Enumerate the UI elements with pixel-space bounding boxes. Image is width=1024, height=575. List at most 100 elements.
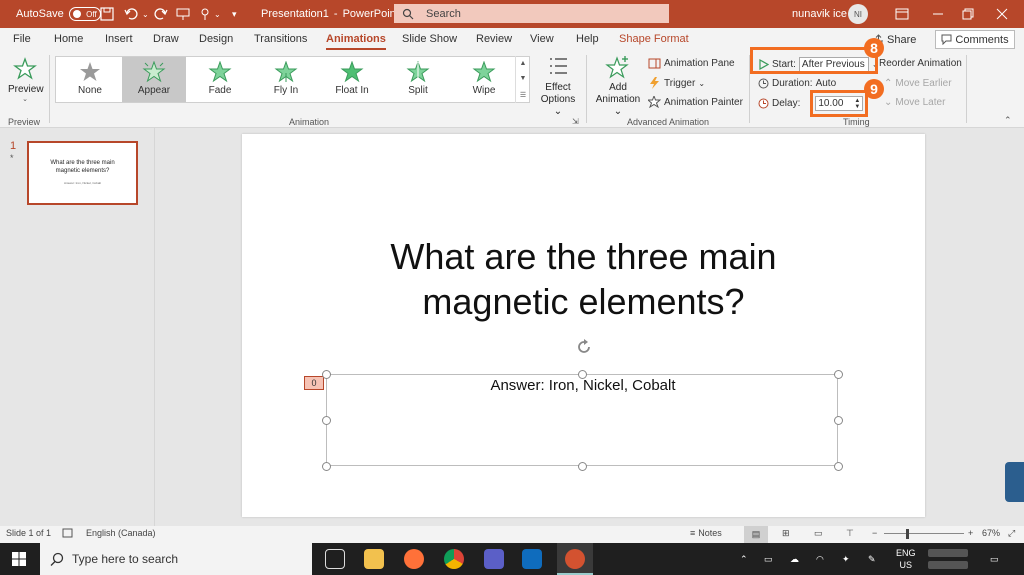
- language-status[interactable]: English (Canada): [86, 528, 156, 538]
- animation-appear[interactable]: Appear: [122, 57, 186, 102]
- tray-battery-icon[interactable]: ▭: [764, 543, 773, 575]
- zoom-slider-thumb[interactable]: [906, 529, 909, 539]
- tab-review[interactable]: Review: [476, 33, 512, 45]
- tab-shape-format[interactable]: Shape Format: [619, 33, 689, 45]
- gallery-down-icon[interactable]: ▼: [520, 75, 527, 82]
- trigger-button[interactable]: Trigger ⌄: [648, 77, 705, 89]
- tray-cloud-icon[interactable]: ☁: [790, 543, 799, 575]
- notes-button[interactable]: ≡ Notes: [690, 528, 722, 538]
- resize-handle[interactable]: [578, 370, 587, 379]
- tab-draw[interactable]: Draw: [153, 33, 179, 45]
- zoom-slider[interactable]: [884, 533, 964, 534]
- touch-dropdown-icon[interactable]: ⌄: [214, 0, 221, 28]
- save-icon[interactable]: [100, 0, 114, 28]
- comments-button[interactable]: Comments: [935, 30, 1015, 49]
- slide-sorter-icon[interactable]: ⊞: [782, 528, 790, 539]
- firefox-icon[interactable]: [404, 549, 424, 569]
- tab-design[interactable]: Design: [199, 33, 233, 45]
- answer-textbox[interactable]: Answer: Iron, Nickel, Cobalt: [322, 370, 843, 471]
- undo-dropdown-icon[interactable]: ⌄: [142, 0, 149, 28]
- animation-fly-in[interactable]: Fly In: [254, 57, 318, 102]
- autosave[interactable]: AutoSave Off: [16, 0, 101, 28]
- taskbar-clock-date[interactable]: [928, 561, 968, 569]
- preview-button[interactable]: Preview ⌄: [8, 57, 44, 103]
- move-earlier-button[interactable]: ⌃ Move Earlier: [884, 78, 952, 89]
- zoom-out-icon[interactable]: −: [872, 528, 877, 538]
- resize-handle[interactable]: [834, 370, 843, 379]
- present-icon[interactable]: [176, 0, 190, 28]
- animation-painter-button[interactable]: Animation Painter: [648, 96, 743, 108]
- gallery-up-icon[interactable]: ▲: [520, 60, 527, 67]
- effect-options-button[interactable]: Effect Options ⌄: [538, 55, 578, 118]
- tray-chevron-icon[interactable]: ⌃: [740, 543, 748, 575]
- tab-insert[interactable]: Insert: [105, 33, 133, 45]
- tray-wifi-icon[interactable]: ◠: [816, 543, 824, 575]
- zoom-level[interactable]: 67%: [982, 528, 1000, 538]
- autosave-toggle[interactable]: Off: [68, 7, 101, 21]
- animation-fade[interactable]: Fade: [188, 57, 252, 102]
- undo-icon[interactable]: [124, 0, 140, 28]
- fit-slide-icon[interactable]: ⤢: [1008, 528, 1015, 539]
- windows-start-icon[interactable]: [12, 552, 26, 569]
- resize-handle[interactable]: [322, 416, 331, 425]
- redo-icon[interactable]: [154, 0, 168, 28]
- tab-help[interactable]: Help: [576, 33, 599, 45]
- search-box[interactable]: Search: [394, 4, 669, 23]
- tab-slide-show[interactable]: Slide Show: [402, 33, 457, 45]
- customize-qat-icon[interactable]: ▾: [232, 0, 237, 28]
- tab-animations[interactable]: Animations: [326, 33, 386, 50]
- answer-text[interactable]: Answer: Iron, Nickel, Cobalt: [327, 377, 839, 394]
- reading-view-icon[interactable]: ▭: [814, 528, 823, 539]
- slide-title[interactable]: What are the three main magnetic element…: [242, 234, 925, 324]
- close-icon[interactable]: [996, 0, 1008, 28]
- normal-view-icon[interactable]: ▤: [744, 526, 768, 543]
- teams-icon[interactable]: [484, 549, 504, 569]
- animation-order-tag[interactable]: 0: [304, 376, 324, 390]
- move-later-button[interactable]: ⌄ Move Later: [884, 97, 945, 108]
- zoom-in-icon[interactable]: +: [968, 528, 973, 538]
- input-language[interactable]: ENG US: [896, 543, 916, 575]
- minimize-icon[interactable]: [932, 0, 944, 28]
- avatar[interactable]: NI: [848, 0, 868, 28]
- gallery-more-icon[interactable]: ☰: [520, 91, 526, 99]
- tab-transitions[interactable]: Transitions: [254, 33, 307, 45]
- duration-value[interactable]: Auto: [816, 78, 837, 89]
- slideshow-view-icon[interactable]: ⊤: [846, 528, 854, 539]
- touch-mode-icon[interactable]: [198, 0, 212, 28]
- slide-thumbnail[interactable]: What are the three main magnetic element…: [27, 141, 138, 205]
- rotate-handle-icon[interactable]: [575, 338, 593, 356]
- animation-none[interactable]: None: [58, 57, 122, 102]
- file-explorer-icon[interactable]: [364, 549, 384, 569]
- slide-canvas[interactable]: What are the three main magnetic element…: [242, 134, 925, 517]
- task-view-icon[interactable]: [325, 549, 345, 569]
- ribbon-display-icon[interactable]: [895, 0, 909, 28]
- user-name[interactable]: nunavik ice: [792, 0, 847, 28]
- resize-handle[interactable]: [322, 462, 331, 471]
- accessibility-icon[interactable]: [62, 528, 73, 538]
- resize-handle[interactable]: [834, 416, 843, 425]
- tray-pen-icon[interactable]: ✎: [868, 543, 876, 575]
- taskbar-clock-time[interactable]: [928, 549, 968, 557]
- collapse-ribbon-icon[interactable]: ⌃: [1004, 115, 1012, 126]
- chrome-icon[interactable]: [444, 549, 464, 569]
- animation-float-in[interactable]: Float In: [320, 57, 384, 102]
- resize-handle[interactable]: [578, 462, 587, 471]
- side-assistant-icon[interactable]: [1005, 462, 1024, 502]
- notification-icon[interactable]: ▭: [990, 543, 999, 575]
- tab-file[interactable]: File: [13, 33, 31, 45]
- gallery-scroll[interactable]: ▲ ▼ ☰: [515, 56, 530, 103]
- tab-home[interactable]: Home: [54, 33, 83, 45]
- animation-pane-button[interactable]: Animation Pane: [648, 58, 735, 69]
- restore-icon[interactable]: [962, 0, 974, 28]
- animation-wipe[interactable]: Wipe: [452, 57, 516, 102]
- resize-handle[interactable]: [834, 462, 843, 471]
- animation-dialog-launcher-icon[interactable]: ⇲: [572, 117, 579, 126]
- resize-handle[interactable]: [322, 370, 331, 379]
- outlook-icon[interactable]: [522, 549, 542, 569]
- tray-dropbox-icon[interactable]: ✦: [842, 543, 850, 575]
- tab-view[interactable]: View: [530, 33, 554, 45]
- add-animation-button[interactable]: Add Animation ⌄: [592, 55, 644, 118]
- powerpoint-task-button[interactable]: [557, 543, 593, 575]
- taskbar-search[interactable]: Type here to search: [40, 543, 312, 575]
- animation-split[interactable]: Split: [386, 57, 450, 102]
